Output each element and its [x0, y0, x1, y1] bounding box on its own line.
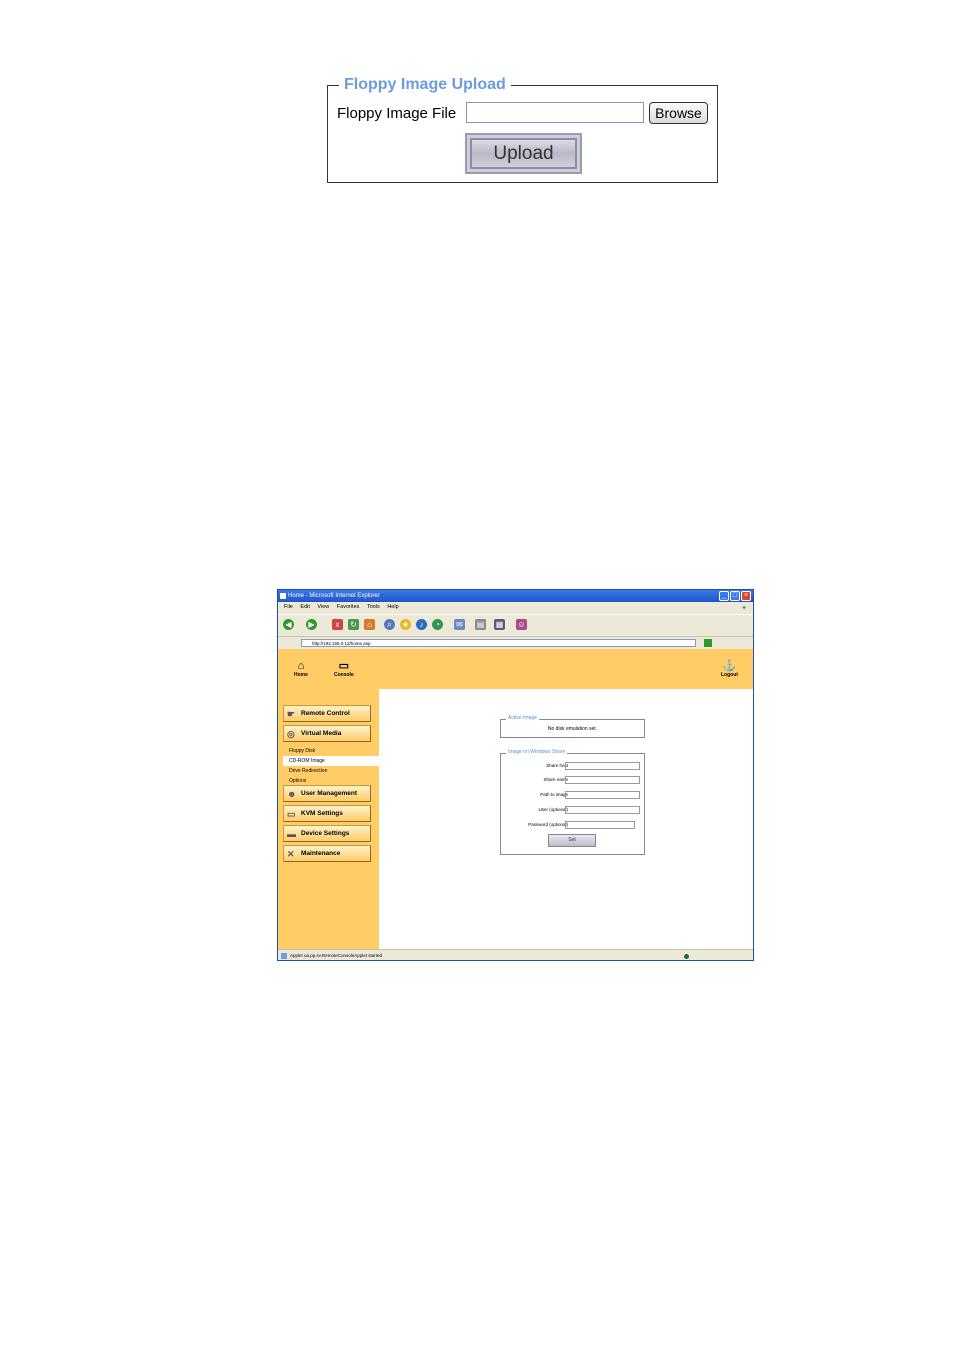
menu-favorites[interactable]: Favorites: [337, 604, 360, 610]
page-content: ⌂ Home ▭ Console ⚓ Logout ☛ Remote Contr…: [278, 649, 753, 949]
nav-remote-control[interactable]: ☛ Remote Control: [283, 705, 371, 722]
password-label: Password (optional): [528, 822, 568, 827]
remote-control-icon: ☛: [287, 709, 296, 719]
password-input[interactable]: [565, 821, 635, 829]
browser-toolbar: ◀ ▶ x ↻ ⌂ ⌕ ★ ♪ ◔ ✉ ▤ ▦ ☺: [278, 614, 753, 637]
menu-tools[interactable]: Tools: [367, 604, 380, 610]
menu-edit[interactable]: Edit: [300, 604, 309, 610]
floppy-file-label: Floppy Image File: [337, 105, 457, 122]
active-image-fieldset: Active Image No disk emulation set.: [500, 715, 645, 738]
minimize-icon[interactable]: _: [719, 591, 729, 601]
maximize-icon[interactable]: □: [730, 591, 740, 601]
path-to-image-row: Path to image: [501, 790, 646, 800]
close-icon[interactable]: ×: [741, 591, 751, 601]
logout-link[interactable]: ⚓ Logout: [721, 660, 738, 678]
windows-share-legend: Image on Windows Share: [506, 749, 568, 755]
submenu-cd-rom-image[interactable]: CD-ROM Image: [283, 756, 385, 766]
browser-title: Home - Microsoft Internet Explorer: [288, 593, 380, 599]
nav-maintenance-label: Maintenance: [301, 850, 341, 857]
nav-kvm-settings-label: KVM Settings: [301, 810, 343, 817]
home-label: Home: [294, 672, 308, 678]
nav-remote-control-label: Remote Control: [301, 710, 350, 717]
share-host-label: Share host: [546, 763, 568, 768]
favorites-icon[interactable]: ★: [400, 619, 411, 630]
nav-device-settings[interactable]: ▬ Device Settings: [283, 825, 371, 842]
path-to-image-label: Path to image: [540, 792, 568, 797]
upload-button[interactable]: Upload: [465, 133, 582, 174]
path-to-image-input[interactable]: [565, 791, 640, 799]
sidebar: ☛ Remote Control ◎ Virtual Media ☻ User …: [278, 689, 379, 949]
windows-flag-icon: ✦: [741, 605, 747, 612]
ie-window-icon: [280, 593, 286, 599]
back-icon[interactable]: ◀: [283, 619, 294, 630]
forward-icon[interactable]: ▶: [306, 619, 317, 630]
floppy-file-input[interactable]: [466, 102, 644, 123]
home-icon: ⌂: [297, 660, 305, 672]
console-link[interactable]: ▭ Console: [334, 660, 354, 678]
status-bar: Applet ua.pp.sv.RemoteConsoleApplet star…: [278, 949, 753, 960]
page-status-icon: [281, 953, 287, 959]
stop-icon[interactable]: x: [332, 619, 343, 630]
browser-titlebar: Home - Microsoft Internet Explorer _ □ ×: [278, 590, 753, 602]
submenu-floppy-disk[interactable]: Floppy Disk: [283, 746, 379, 756]
share-name-label: Share name: [543, 777, 568, 782]
home-browser-icon[interactable]: ⌂: [364, 619, 375, 630]
browser-window: Home - Microsoft Internet Explorer _ □ ×…: [277, 589, 754, 961]
browse-button[interactable]: Browse: [649, 102, 708, 124]
print-icon[interactable]: ▤: [475, 619, 486, 630]
active-image-text: No disk emulation set.: [547, 726, 598, 732]
set-button[interactable]: Set: [548, 834, 596, 847]
virtual-media-icon: ◎: [287, 729, 295, 739]
nav-device-settings-label: Device Settings: [301, 830, 350, 837]
menu-bar: File Edit View Favorites Tools Help ✦: [278, 603, 753, 612]
nav-kvm-settings[interactable]: ▭ KVM Settings: [283, 805, 371, 822]
menu-file[interactable]: File: [284, 604, 293, 610]
content-corner: [379, 689, 419, 729]
header-band: ⌂ Home ▭ Console ⚓ Logout: [278, 649, 753, 689]
address-bar: http://192.168.0.12/home.asp: [278, 636, 753, 649]
tools-icon: ✕: [287, 849, 295, 859]
active-image-legend: Active Image: [506, 715, 539, 721]
password-row: Password (optional): [501, 820, 646, 830]
virtual-media-submenu: Floppy Disk CD-ROM Image Drive Redirecti…: [283, 746, 385, 786]
submenu-drive-redirection[interactable]: Drive Redirection: [283, 766, 379, 776]
home-link[interactable]: ⌂ Home: [294, 660, 308, 678]
edit-icon[interactable]: ▦: [494, 619, 505, 630]
nav-user-management[interactable]: ☻ User Management: [283, 785, 371, 802]
console-icon: ▭: [338, 660, 350, 672]
nav-user-management-label: User Management: [301, 790, 357, 797]
user-row: User (optional): [501, 805, 646, 815]
media-icon[interactable]: ♪: [416, 619, 427, 630]
status-text: Applet ua.pp.sv.RemoteConsoleApplet star…: [290, 953, 382, 958]
users-icon: ☻: [287, 789, 297, 799]
share-host-row: Share host: [501, 761, 646, 771]
monitor-icon: ▭: [287, 809, 296, 819]
refresh-icon[interactable]: ↻: [348, 619, 359, 630]
nav-virtual-media-label: Virtual Media: [301, 730, 342, 737]
device-icon: ▬: [287, 829, 296, 839]
address-input[interactable]: http://192.168.0.12/home.asp: [301, 639, 696, 647]
menu-view[interactable]: View: [317, 604, 329, 610]
go-icon[interactable]: [704, 639, 712, 647]
anchor-icon: ⚓: [722, 660, 737, 672]
logout-label: Logout: [721, 672, 738, 678]
history-icon[interactable]: ◔: [432, 619, 443, 630]
nav-virtual-media[interactable]: ◎ Virtual Media: [283, 725, 371, 742]
share-name-input[interactable]: [565, 776, 640, 784]
console-label: Console: [334, 672, 354, 678]
nav-maintenance[interactable]: ✕ Maintenance: [283, 845, 371, 862]
mail-icon[interactable]: ✉: [454, 619, 465, 630]
share-host-input[interactable]: [565, 762, 640, 770]
search-icon[interactable]: ⌕: [384, 619, 395, 630]
user-label: User (optional): [538, 807, 568, 812]
windows-share-fieldset: Image on Windows Share Share host Share …: [500, 749, 646, 855]
submenu-options[interactable]: Options: [283, 776, 379, 786]
internet-zone-icon: [684, 954, 689, 959]
messenger-icon[interactable]: ☺: [516, 619, 527, 630]
floppy-upload-fieldset: Floppy Image Upload Floppy Image File Br…: [327, 75, 718, 183]
menu-help[interactable]: Help: [387, 604, 398, 610]
user-input[interactable]: [565, 806, 640, 814]
floppy-upload-legend: Floppy Image Upload: [339, 75, 511, 95]
share-name-row: Share name: [501, 775, 646, 785]
